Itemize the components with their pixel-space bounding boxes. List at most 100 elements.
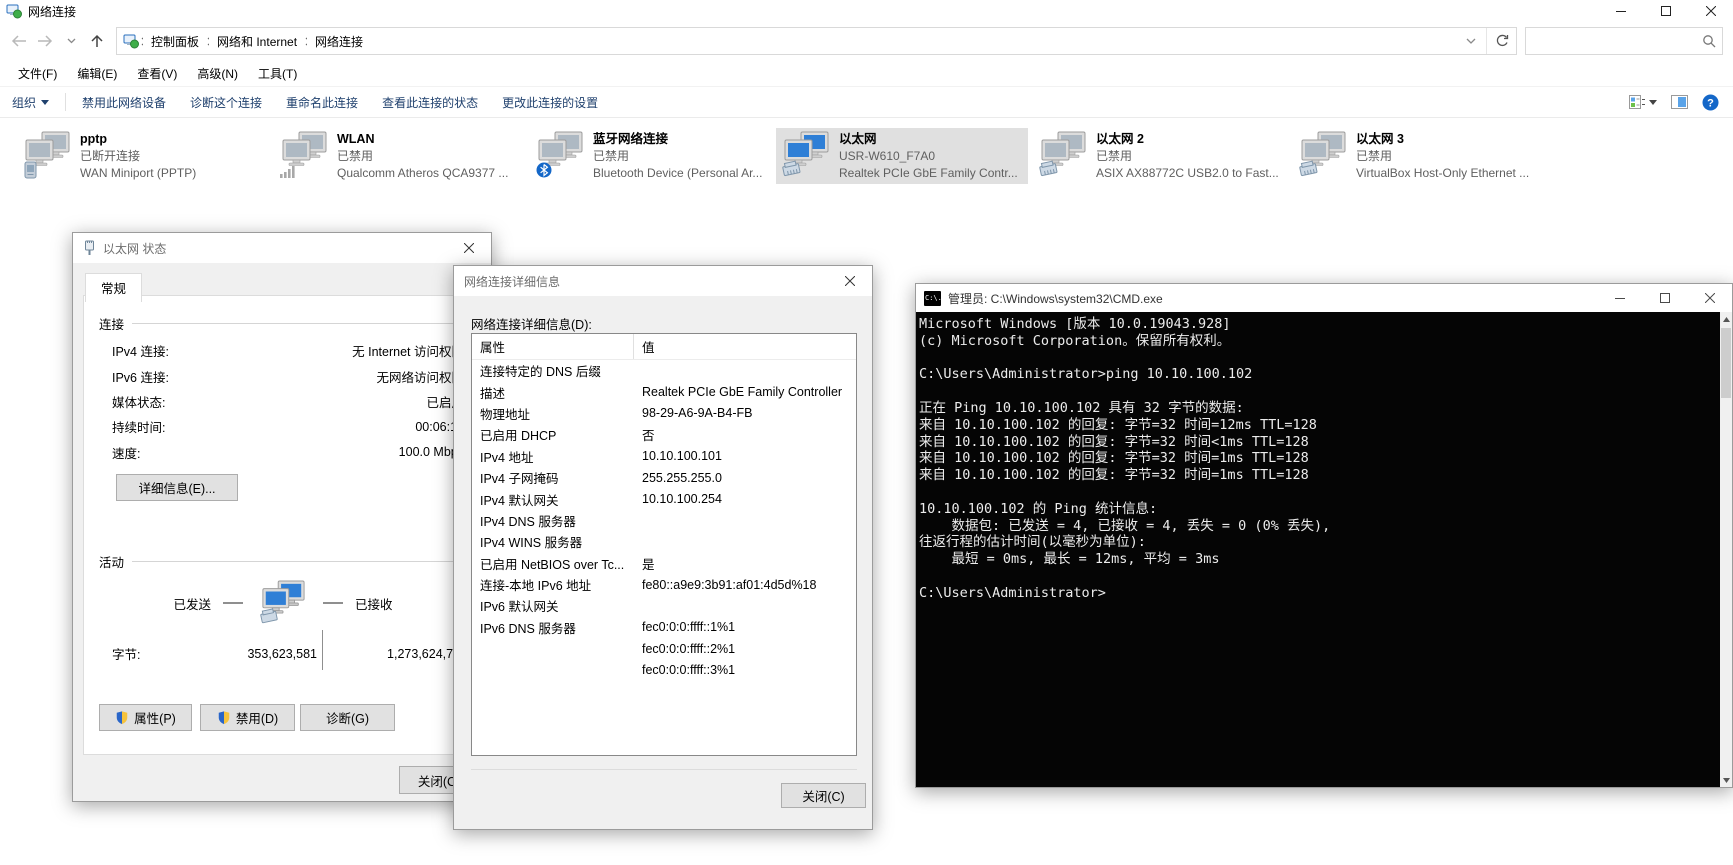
toolbar-command[interactable]: 诊断这个连接 bbox=[178, 88, 274, 117]
adapter-device: Bluetooth Device (Personal Ar... bbox=[593, 165, 762, 181]
toolbar-command[interactable]: 重命名此连接 bbox=[274, 88, 370, 117]
dialog-titlebar: 网络连接详细信息 bbox=[454, 266, 872, 296]
property-cell: 连接-本地 IPv6 地址 bbox=[472, 575, 634, 594]
maximize-button[interactable] bbox=[1643, 0, 1688, 22]
property-cell: 物理地址 bbox=[472, 404, 634, 423]
diagnose-button[interactable]: 诊断(G) bbox=[300, 704, 395, 731]
scroll-up-icon[interactable] bbox=[1720, 312, 1732, 326]
value-cell: fec0:0:0:ffff::3%1 bbox=[634, 663, 856, 677]
details-button[interactable]: 详细信息(E)... bbox=[116, 474, 238, 501]
property-cell: 已启用 DHCP bbox=[472, 425, 634, 444]
close-icon[interactable] bbox=[827, 267, 872, 296]
property-cell: IPv4 DNS 服务器 bbox=[472, 511, 634, 530]
adapter-status: 已禁用 bbox=[1356, 148, 1529, 165]
adapter-item[interactable]: 蓝牙网络连接 已禁用 Bluetooth Device (Personal Ar… bbox=[530, 128, 782, 184]
minimize-button[interactable] bbox=[1598, 0, 1643, 22]
breadcrumb-item[interactable]: 网络连接 bbox=[303, 33, 369, 50]
preview-pane-button[interactable] bbox=[1671, 95, 1688, 109]
breadcrumb[interactable]: 控制面板 网络和 Internet 网络连接 bbox=[116, 27, 1517, 55]
table-row: 物理地址 98-29-A6-9A-B4-FB bbox=[472, 403, 856, 424]
forward-button[interactable] bbox=[32, 27, 58, 55]
row-label: 速度: bbox=[112, 443, 140, 462]
cmd-titlebar: C:\. 管理员: C:\Windows\system32\CMD.exe bbox=[916, 284, 1732, 312]
console-line: 来自 10.10.100.102 的回复: 字节=32 时间=1ms TTL=1… bbox=[919, 467, 1718, 484]
uac-shield-icon bbox=[115, 710, 129, 725]
property-cell: IPv4 地址 bbox=[472, 447, 634, 466]
console-line bbox=[919, 350, 1718, 367]
console-line: 数据包: 已发送 = 4, 已接收 = 4, 丢失 = 0 (0% 丢失), bbox=[919, 518, 1718, 535]
table-row: 连接-本地 IPv6 地址 fe80::a9e9:3b91:af01:4d5d%… bbox=[472, 574, 856, 595]
network-activity-icon bbox=[255, 580, 311, 626]
column-property: 属性 bbox=[472, 334, 634, 359]
property-cell: 连接特定的 DNS 后缀 bbox=[472, 361, 634, 380]
details-table[interactable]: 属性 值 连接特定的 DNS 后缀 描述 Realtek PCIe GbE Fa… bbox=[471, 333, 857, 756]
value-cell: 10.10.100.254 bbox=[634, 492, 856, 506]
refresh-button[interactable] bbox=[1486, 28, 1516, 54]
sent-label: 已发送 bbox=[173, 594, 211, 613]
connection-details-dialog: 网络连接详细信息 网络连接详细信息(D): 属性 值 连接特定的 DNS 后缀 … bbox=[453, 265, 873, 830]
tab-general[interactable]: 常规 bbox=[85, 273, 142, 302]
scrollbar-thumb[interactable] bbox=[1721, 328, 1731, 398]
adapter-item[interactable]: pptp 已断开连接 WAN Miniport (PPTP) bbox=[17, 128, 269, 184]
adapter-status: 已禁用 bbox=[1096, 148, 1279, 165]
console-line: 10.10.100.102 的 Ping 统计信息: bbox=[919, 501, 1718, 518]
chevron-down-icon bbox=[41, 100, 49, 105]
menu-item[interactable]: 编辑(E) bbox=[67, 61, 127, 86]
property-cell: IPv6 DNS 服务器 bbox=[472, 618, 634, 637]
value-cell: 10.10.100.101 bbox=[634, 449, 856, 463]
menu-item[interactable]: 高级(N) bbox=[187, 61, 248, 86]
cmd-title: 管理员: C:\Windows\system32\CMD.exe bbox=[948, 290, 1163, 307]
toolbar-command[interactable]: 查看此连接的状态 bbox=[370, 88, 490, 117]
row-label: IPv4 连接: bbox=[112, 341, 169, 360]
disable-button[interactable]: 禁用(D) bbox=[200, 704, 295, 731]
menu-item[interactable]: 文件(F) bbox=[8, 61, 67, 86]
adapter-item[interactable]: 以太网 2 已禁用 ASIX AX88772C USB2.0 to Fast..… bbox=[1033, 128, 1285, 184]
connection-status-row: IPv6 连接: 无网络访问权限 bbox=[112, 363, 464, 388]
table-row: IPv4 子网掩码 255.255.255.0 bbox=[472, 467, 856, 488]
organize-button[interactable]: 组织 bbox=[0, 88, 61, 117]
details-close-button[interactable]: 关闭(C) bbox=[781, 783, 866, 808]
adapter-item[interactable]: 以太网 USR-W610_F7A0 Realtek PCIe GbE Famil… bbox=[776, 128, 1028, 184]
console-line: 正在 Ping 10.10.100.102 具有 32 字节的数据: bbox=[919, 400, 1718, 417]
scrollbar[interactable] bbox=[1720, 312, 1732, 787]
back-button[interactable] bbox=[6, 27, 32, 55]
search-input[interactable] bbox=[1526, 29, 1696, 53]
cmd-window: C:\. 管理员: C:\Windows\system32\CMD.exe Mi… bbox=[915, 283, 1733, 788]
close-button[interactable] bbox=[1688, 0, 1733, 22]
scroll-down-icon[interactable] bbox=[1720, 773, 1732, 787]
adapter-item[interactable]: WLAN 已禁用 Qualcomm Atheros QCA9377 ... bbox=[274, 128, 526, 184]
table-row: IPv4 DNS 服务器 bbox=[472, 510, 856, 531]
toolbar-command[interactable]: 禁用此网络设备 bbox=[70, 88, 178, 117]
minimize-button[interactable] bbox=[1597, 284, 1642, 312]
table-row: IPv4 地址 10.10.100.101 bbox=[472, 446, 856, 467]
adapter-item[interactable]: 以太网 3 已禁用 VirtualBox Host-Only Ethernet … bbox=[1293, 128, 1545, 184]
menu-item[interactable]: 查看(V) bbox=[127, 61, 187, 86]
table-row: IPv4 WINS 服务器 bbox=[472, 531, 856, 552]
table-row: IPv6 默认网关 bbox=[472, 595, 856, 616]
row-label: 持续时间: bbox=[112, 417, 165, 436]
breadcrumb-item[interactable]: 网络和 Internet bbox=[205, 33, 303, 50]
help-button[interactable]: ? bbox=[1702, 94, 1719, 111]
address-dropdown[interactable] bbox=[1456, 28, 1486, 54]
adapter-device: ASIX AX88772C USB2.0 to Fast... bbox=[1096, 165, 1279, 181]
adapter-device: WAN Miniport (PPTP) bbox=[80, 165, 196, 181]
up-button[interactable] bbox=[84, 27, 110, 55]
menu-item[interactable]: 工具(T) bbox=[248, 61, 307, 86]
maximize-button[interactable] bbox=[1642, 284, 1687, 312]
toolbar-command[interactable]: 更改此连接的设置 bbox=[490, 88, 610, 117]
console-output[interactable]: Microsoft Windows [版本 10.0.19043.928](c)… bbox=[916, 312, 1732, 787]
recent-locations-dropdown[interactable] bbox=[58, 27, 84, 55]
connection-status-row: 速度: 100.0 Mbps bbox=[112, 440, 464, 465]
breadcrumb-item[interactable]: 控制面板 bbox=[139, 33, 205, 50]
table-row: 已启用 NetBIOS over Tc... 是 bbox=[472, 553, 856, 574]
close-button[interactable] bbox=[1687, 284, 1732, 312]
adapter-icon bbox=[279, 131, 331, 181]
cmd-icon: C:\. bbox=[924, 291, 941, 306]
properties-button[interactable]: 属性(P) bbox=[99, 704, 192, 731]
value-cell: 否 bbox=[634, 425, 856, 444]
bytes-label: 字节: bbox=[112, 644, 172, 663]
close-icon[interactable] bbox=[446, 234, 491, 263]
search-icon[interactable] bbox=[1696, 34, 1722, 48]
value-cell: Realtek PCIe GbE Family Controller bbox=[634, 385, 856, 399]
view-options-button[interactable] bbox=[1629, 95, 1657, 109]
